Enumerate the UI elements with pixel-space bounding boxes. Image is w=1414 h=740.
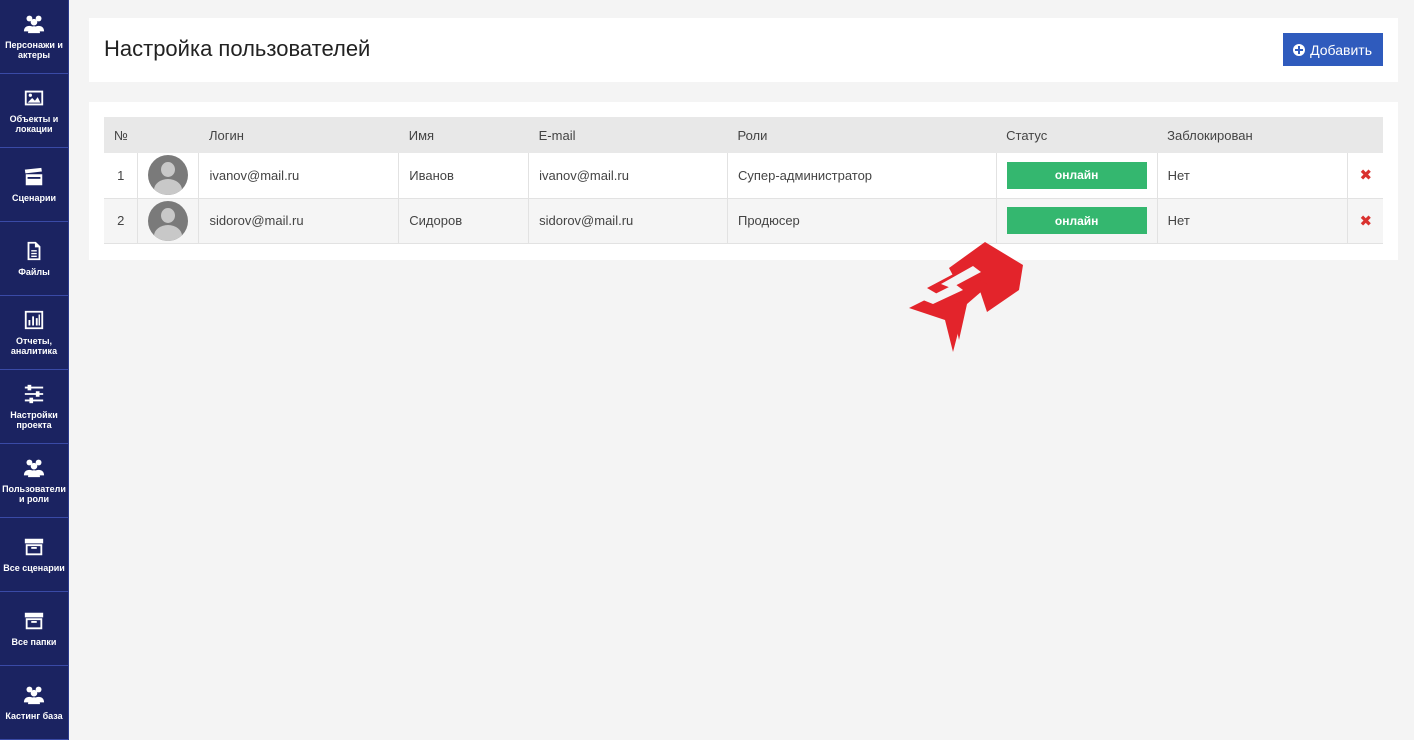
sidebar-item-users[interactable]: Пользователи и роли [0, 444, 68, 518]
users-table-card: № Логин Имя E-mail Роли Статус Заблокиро… [89, 102, 1398, 260]
email-cell: ivanov@mail.ru [528, 153, 728, 198]
sidebar-item-files[interactable]: Файлы [0, 222, 68, 296]
sidebar-item-label: Все сценарии [3, 563, 65, 573]
sidebar-item-label: Объекты и локации [9, 114, 59, 134]
chevron-arrows-icon [909, 242, 1023, 352]
sidebar: Персонажи и актеры Объекты и локации Сце… [0, 0, 69, 740]
column-header-login[interactable]: Логин [199, 117, 399, 153]
plus-circle-icon [1293, 43, 1306, 56]
status-cell: онлайн [995, 198, 1158, 243]
column-header-email[interactable]: E-mail [529, 117, 728, 153]
column-header-name[interactable]: Имя [399, 117, 529, 153]
bar-chart-icon [24, 310, 44, 330]
avatar-cell [137, 198, 199, 243]
users-icon [23, 686, 45, 705]
sidebar-item-project-settings[interactable]: Настройки проекта [0, 370, 68, 444]
page-header: Настройка пользователей Добавить [89, 18, 1398, 82]
column-header-number: № [114, 127, 128, 143]
sidebar-item-label: Сценарии [11, 193, 57, 203]
sidebar-item-label: Настройки проекта [10, 410, 58, 430]
sidebar-item-all-folders[interactable]: Все папки [0, 592, 68, 666]
sidebar-item-casting[interactable]: Кастинг база [0, 666, 68, 740]
column-header-actions [1348, 117, 1383, 153]
delete-icon[interactable]: ✖ [1358, 166, 1373, 184]
column-header-avatar [138, 117, 199, 153]
sidebar-item-label: Пользователи и роли [2, 484, 66, 504]
sidebar-item-label: Файлы [18, 267, 50, 277]
table-row[interactable]: 2 sidorov@mail.ru Сидоров sidorov@mail.r… [104, 198, 1383, 243]
status-badge[interactable]: онлайн [1006, 207, 1147, 234]
file-icon [27, 241, 41, 261]
status-badge[interactable]: онлайн [1006, 161, 1147, 189]
users-table: № Логин Имя E-mail Роли Статус Заблокиро… [104, 117, 1383, 244]
delete-icon[interactable]: ✖ [1358, 212, 1373, 230]
role-cell: Супер-администратор [726, 153, 997, 198]
name-cell: Иванов [398, 153, 529, 198]
archive-icon [24, 612, 44, 630]
role-cell: Продюсер [726, 198, 997, 243]
add-user-button[interactable]: Добавить [1283, 33, 1383, 66]
login-cell[interactable]: ivanov@mail.ru [198, 153, 399, 198]
column-header-roles[interactable]: Роли [727, 117, 996, 153]
table-row[interactable]: 1 ivanov@mail.ru Иванов ivanov@mail.ru С… [104, 153, 1383, 198]
table-header-row: № Логин Имя E-mail Роли Статус Заблокиро… [104, 117, 1383, 153]
users-icon [23, 459, 45, 478]
sidebar-item-label: Кастинг база [5, 711, 63, 721]
page-title: Настройка пользователей [104, 36, 371, 61]
sidebar-item-scripts[interactable]: Сценарии [0, 148, 68, 222]
avatar [148, 155, 189, 196]
sidebar-item-label: Персонажи и актеры [5, 40, 63, 60]
users-icon [23, 15, 45, 34]
avatar-cell [137, 153, 199, 198]
archive-icon [24, 538, 44, 556]
sidebar-item-label: Все папки [11, 637, 57, 647]
sidebar-item-characters[interactable]: Персонажи и актеры [0, 0, 68, 74]
sidebar-item-objects[interactable]: Объекты и локации [0, 74, 68, 148]
clapperboard-icon [24, 167, 43, 186]
column-header-blocked[interactable]: Заблокирован [1157, 117, 1348, 153]
avatar [148, 200, 189, 241]
delete-cell: ✖ [1347, 153, 1383, 198]
sidebar-item-label: Отчеты, аналитика [10, 336, 58, 356]
row-number: 2 [117, 213, 125, 228]
name-cell: Сидоров [398, 198, 529, 243]
delete-cell: ✖ [1347, 198, 1383, 243]
sliders-icon [24, 384, 44, 404]
email-cell: sidorov@mail.ru [528, 198, 728, 243]
sidebar-item-reports[interactable]: Отчеты, аналитика [0, 296, 68, 370]
add-button-label: Добавить [1310, 41, 1372, 58]
blocked-cell: Нет [1156, 198, 1348, 243]
login-cell[interactable]: sidorov@mail.ru [198, 198, 399, 243]
blocked-cell: Нет [1156, 153, 1348, 198]
row-number: 1 [117, 167, 125, 183]
image-icon [24, 90, 44, 106]
column-header-status[interactable]: Статус [996, 117, 1157, 153]
sidebar-item-all-scripts[interactable]: Все сценарии [0, 518, 68, 592]
status-cell: онлайн [995, 153, 1158, 198]
